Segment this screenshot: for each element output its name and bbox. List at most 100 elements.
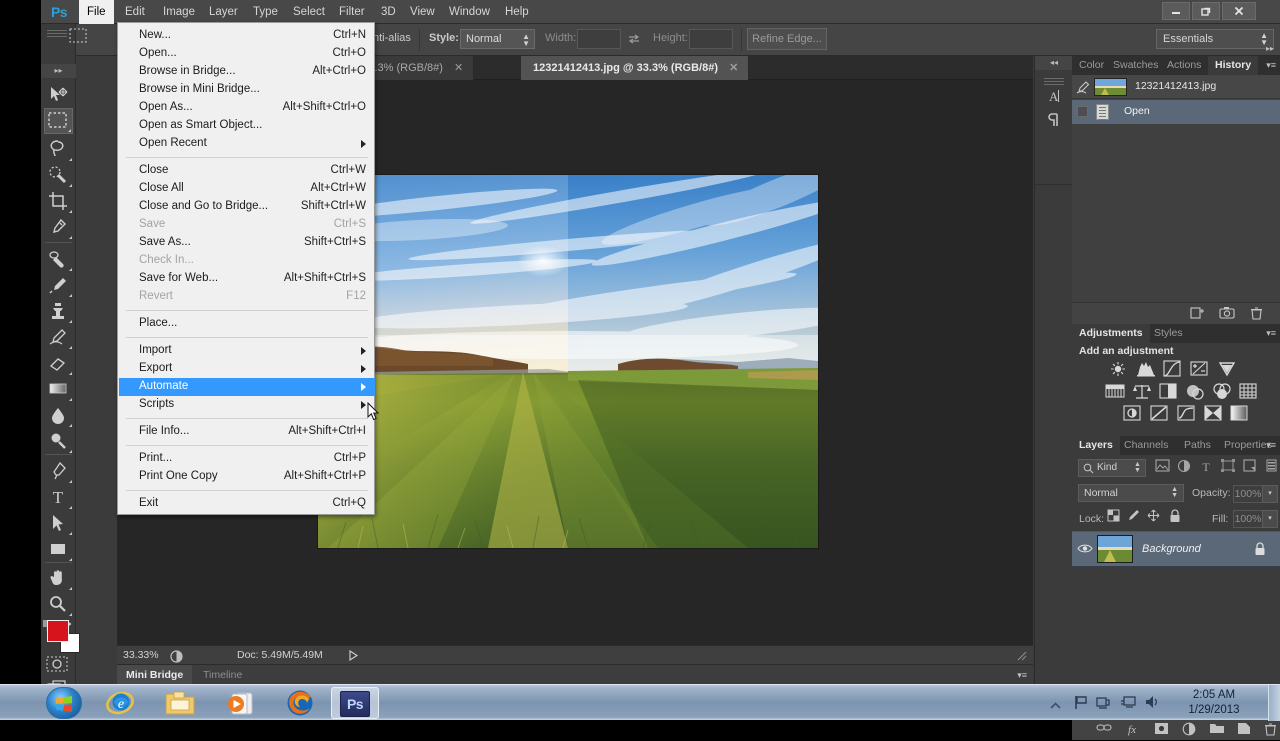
menu-file[interactable]: File <box>79 0 114 24</box>
delete-state-icon[interactable] <box>1245 306 1267 322</box>
close-icon[interactable]: ✕ <box>454 56 463 80</box>
pen-tool[interactable] <box>44 458 73 484</box>
file-menu-item-close[interactable]: Close Ctrl+W <box>119 162 375 180</box>
layer-mask-icon[interactable] <box>1149 722 1173 738</box>
delete-layer-icon[interactable] <box>1258 722 1280 738</box>
menu-select[interactable]: Select <box>285 0 333 24</box>
height-input[interactable] <box>689 29 733 49</box>
file-menu-item-scripts[interactable]: Scripts <box>119 396 375 414</box>
tab-channels[interactable]: Channels <box>1117 436 1175 455</box>
eye-icon[interactable] <box>1077 542 1093 556</box>
crop-tool[interactable] <box>44 188 73 214</box>
internet-explorer-icon[interactable]: e <box>96 687 144 719</box>
lasso-tool[interactable] <box>44 136 73 162</box>
brush-tool[interactable] <box>44 272 73 298</box>
history-brush-source-icon[interactable] <box>1076 80 1090 94</box>
history-snapshot-row[interactable]: 12321412413.jpg <box>1072 75 1280 99</box>
zoom-level[interactable]: 33.33% <box>123 649 159 661</box>
workspace-select[interactable]: Essentials ▲ ▼ <box>1156 29 1274 49</box>
new-group-icon[interactable] <box>1205 722 1229 738</box>
panel-menu-icon[interactable]: ▾≡ <box>1017 670 1027 680</box>
color-balance-icon[interactable] <box>1132 383 1154 401</box>
close-icon[interactable]: ✕ <box>729 56 738 80</box>
selective-color-icon[interactable] <box>1204 405 1226 423</box>
filter-shape-icon[interactable] <box>1218 459 1238 477</box>
gradient-map-icon[interactable] <box>1230 405 1252 423</box>
volume-icon[interactable] <box>1145 694 1159 713</box>
file-menu-item-exit[interactable]: Exit Ctrl+Q <box>119 495 375 513</box>
file-menu-item-open-as[interactable]: Open As... Alt+Shift+Ctrl+O <box>119 99 375 117</box>
devices-icon[interactable] <box>1120 695 1136 713</box>
paragraph-panel-icon[interactable] <box>1041 112 1067 136</box>
posterize-icon[interactable] <box>1150 405 1172 423</box>
tab-actions[interactable]: Actions <box>1160 56 1208 75</box>
windows-media-player-icon[interactable] <box>216 687 264 719</box>
hue-saturation-icon[interactable] <box>1105 383 1127 401</box>
threshold-icon[interactable] <box>1177 405 1199 423</box>
filter-smart-object-icon[interactable] <box>1240 459 1260 477</box>
action-center-flag-icon[interactable] <box>1074 695 1088 713</box>
tab-mini-bridge[interactable]: Mini Bridge <box>117 665 193 685</box>
tab-timeline[interactable]: Timeline <box>194 665 251 685</box>
network-icon[interactable] <box>1096 695 1111 713</box>
tab-history[interactable]: History <box>1208 56 1259 75</box>
file-menu-item-place[interactable]: Place... <box>119 315 375 333</box>
minimize-button[interactable] <box>1162 2 1190 20</box>
collapse-panels-button[interactable]: ◂◂ <box>1035 56 1073 70</box>
file-menu-item-browse-in-mini-bridge[interactable]: Browse in Mini Bridge... <box>119 81 375 99</box>
rectangle-tool[interactable] <box>44 536 73 562</box>
menu-type[interactable]: Type <box>245 0 286 24</box>
tab-styles[interactable]: Styles <box>1147 324 1190 343</box>
layer-row-background[interactable]: Background <box>1072 531 1280 567</box>
dodge-tool[interactable] <box>44 428 73 454</box>
expand-panels-icon[interactable]: ▸▸ <box>1266 44 1274 53</box>
tab-layers[interactable]: Layers <box>1072 436 1120 455</box>
move-tool[interactable] <box>44 82 73 108</box>
filter-toggle-icon[interactable] <box>1261 459 1280 477</box>
menu-layer[interactable]: Layer <box>201 0 246 24</box>
character-panel-icon[interactable]: A <box>1041 88 1067 112</box>
levels-icon[interactable] <box>1136 360 1158 378</box>
refine-edge-button[interactable]: Refine Edge... <box>747 28 827 50</box>
eraser-tool[interactable] <box>44 350 73 376</box>
new-fill-adjustment-icon[interactable] <box>1177 722 1201 738</box>
gradient-tool[interactable] <box>44 376 73 402</box>
swap-dimensions-icon[interactable] <box>627 32 641 49</box>
quick-mask-icon[interactable] <box>44 652 73 678</box>
file-menu-item-save-as[interactable]: Save As... Shift+Ctrl+S <box>119 234 375 252</box>
file-menu-item-open[interactable]: Open... Ctrl+O <box>119 45 375 63</box>
tab-swatches[interactable]: Swatches <box>1106 56 1166 75</box>
history-state-row[interactable]: Open <box>1072 100 1280 124</box>
fill-stepper[interactable]: ▾ <box>1262 510 1278 528</box>
width-input[interactable] <box>577 29 621 49</box>
zoom-tool[interactable] <box>44 591 73 617</box>
filter-type-icon[interactable]: T <box>1196 459 1216 477</box>
file-menu-dropdown[interactable]: New... Ctrl+N Open... Ctrl+O Browse in Bridg… <box>117 22 380 515</box>
color-lookup-icon[interactable] <box>1239 383 1261 401</box>
create-snapshot-icon[interactable] <box>1216 306 1238 322</box>
document-image[interactable] <box>317 174 819 549</box>
path-selection-tool[interactable] <box>44 510 73 536</box>
spot-healing-brush-tool[interactable] <box>44 246 73 272</box>
file-menu-item-open-recent[interactable]: Open Recent <box>119 135 375 153</box>
rectangular-marquee-tool[interactable] <box>44 108 73 134</box>
clone-stamp-tool[interactable] <box>44 298 73 324</box>
lock-transparent-pixels-icon[interactable] <box>1104 509 1122 527</box>
menu-help[interactable]: Help <box>497 0 537 24</box>
status-menu-arrow-icon[interactable] <box>349 649 359 664</box>
file-menu-item-export[interactable]: Export <box>119 360 375 378</box>
lock-image-pixels-icon[interactable] <box>1124 509 1142 527</box>
panel-menu-icon[interactable]: ▾≡ <box>1266 440 1276 450</box>
brightness-contrast-icon[interactable] <box>1109 360 1131 378</box>
history-brush-tool[interactable] <box>44 324 73 350</box>
file-menu-item-close-and-go-to-bridge[interactable]: Close and Go to Bridge... Shift+Ctrl+W <box>119 198 375 216</box>
history-state-toggle[interactable] <box>1077 106 1088 117</box>
photo-filter-icon[interactable] <box>1185 383 1207 401</box>
file-menu-item-open-as-smart-object[interactable]: Open as Smart Object... <box>119 117 375 135</box>
file-menu-item-save-for-web[interactable]: Save for Web... Alt+Shift+Ctrl+S <box>119 270 375 288</box>
opacity-stepper[interactable]: ▾ <box>1262 485 1278 503</box>
photoshop-icon[interactable]: Ps <box>331 687 379 719</box>
lock-all-icon[interactable] <box>1166 509 1184 527</box>
clock[interactable]: 2:05 AM 1/29/2013 <box>1176 688 1252 718</box>
fill-value[interactable]: 100% <box>1233 510 1263 528</box>
